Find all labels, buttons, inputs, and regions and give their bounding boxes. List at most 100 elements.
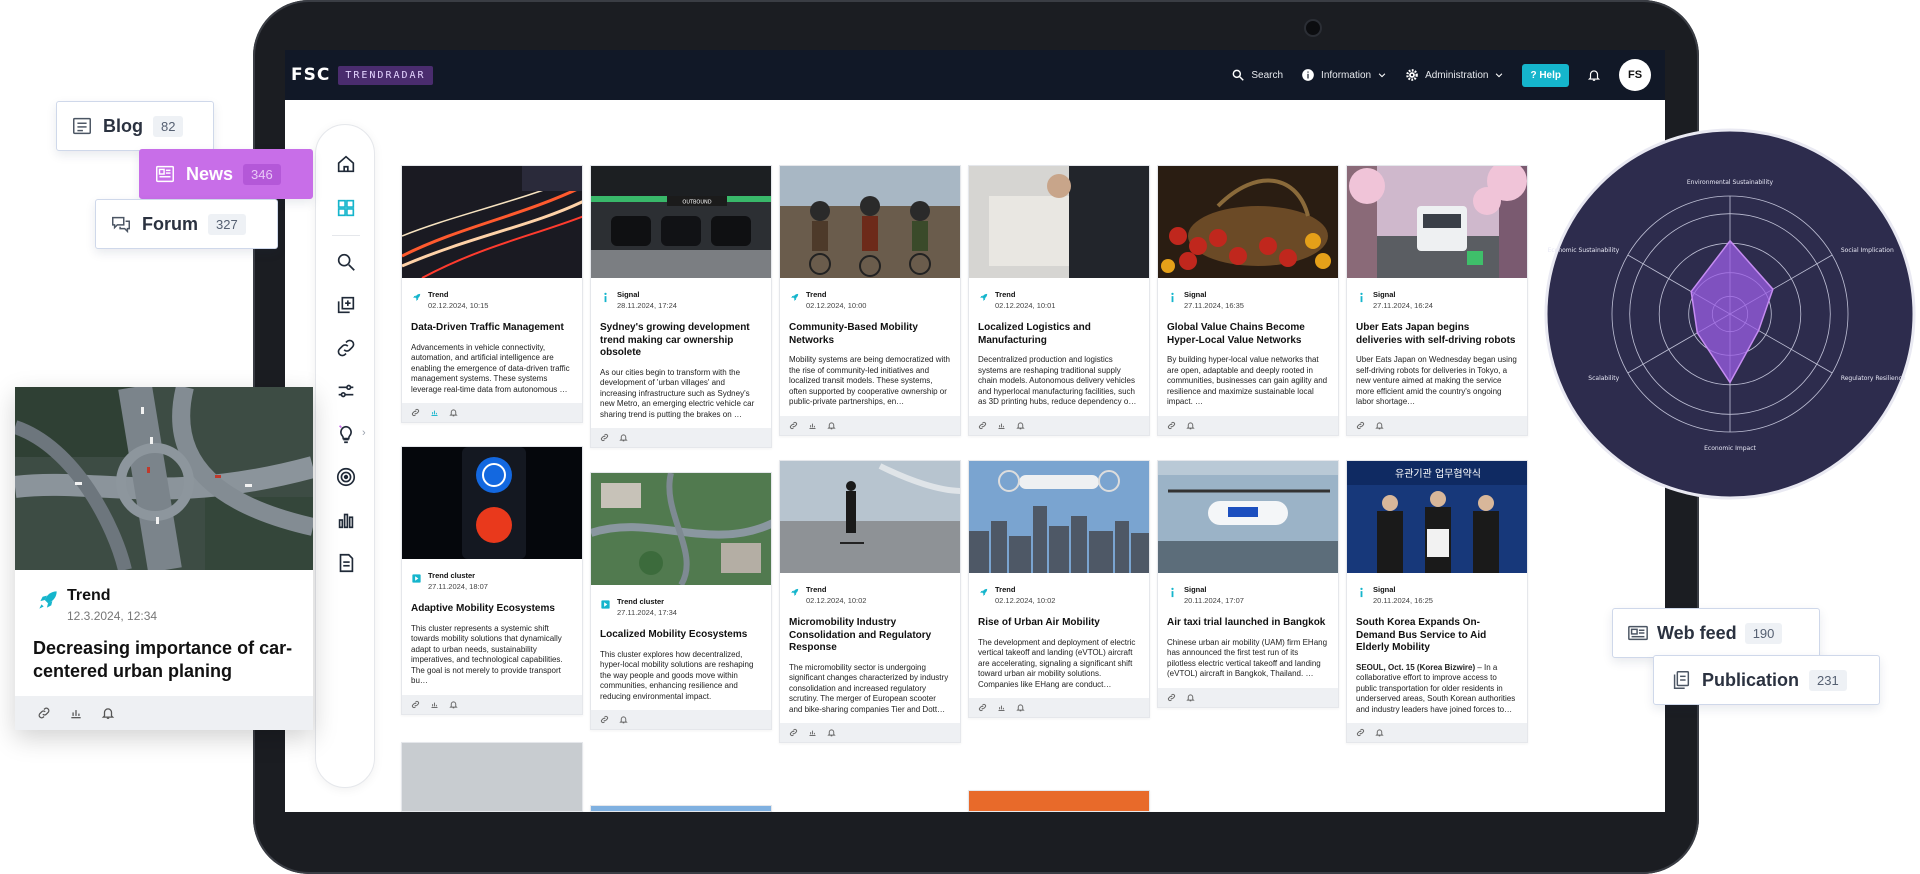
link-icon[interactable] — [1356, 728, 1365, 737]
link-icon[interactable] — [600, 433, 609, 442]
card-title[interactable]: Data-Driven Traffic Management — [402, 310, 582, 335]
link-icon[interactable] — [789, 728, 798, 737]
card-title[interactable]: Adaptive Mobility Ecosystems — [402, 591, 582, 616]
card-date: 20.11.2024, 16:25 — [1373, 596, 1433, 605]
chart-icon[interactable] — [69, 706, 83, 720]
card-title[interactable]: Localized Logistics and Manufacturing — [969, 310, 1149, 347]
bell-icon[interactable] — [619, 433, 628, 442]
bell-icon[interactable] — [619, 715, 628, 724]
card-meta: Trend 02.12.2024, 10:00 — [780, 278, 960, 310]
document-icon[interactable] — [333, 550, 359, 576]
link-icon[interactable] — [1167, 421, 1176, 430]
card-image — [591, 473, 771, 585]
content-card-peek[interactable] — [590, 805, 772, 812]
user-avatar[interactable]: FS — [1619, 59, 1651, 91]
content-card-peek[interactable] — [401, 742, 583, 812]
info-icon — [1302, 69, 1314, 81]
bell-icon[interactable] — [449, 700, 458, 709]
card-title[interactable]: Rise of Urban Air Mobility — [969, 605, 1149, 630]
bar-chart-icon[interactable] — [333, 507, 359, 533]
add-note-icon[interactable] — [333, 292, 359, 318]
featured-trend-card[interactable]: Trend 12.3.2024, 12:34 Decreasing import… — [15, 387, 313, 730]
card-title[interactable]: Global Value Chains Become Hyper-Local V… — [1158, 310, 1338, 347]
content-card[interactable]: Signal 27.11.2024, 16:35 Global Value Chai… — [1157, 165, 1339, 436]
bell-icon[interactable] — [827, 421, 836, 430]
card-description-text: Advancements in vehicle connectivity, au… — [411, 342, 570, 394]
chart-icon[interactable] — [997, 421, 1006, 430]
webfeed-icon — [1627, 622, 1649, 644]
blog-chip[interactable]: Blog 82 — [56, 101, 214, 151]
information-menu[interactable]: Information — [1301, 68, 1387, 82]
content-card[interactable]: Signal 20.11.2024, 17:07 Air taxi trial la… — [1157, 460, 1339, 708]
link-icon[interactable] — [1356, 421, 1365, 430]
content-card[interactable]: OUTBOUND Signal 28.11.2024, 17:24 Sydney's … — [590, 165, 772, 449]
bell-icon[interactable] — [449, 408, 458, 417]
webfeed-chip[interactable]: Web feed 190 — [1612, 608, 1820, 658]
chart-icon[interactable] — [808, 728, 817, 737]
help-button[interactable]: ? Help — [1522, 63, 1569, 87]
bell-icon[interactable] — [1587, 68, 1601, 82]
chart-icon[interactable] — [430, 408, 439, 417]
sliders-icon[interactable] — [333, 378, 359, 404]
card-type: Signal — [1373, 290, 1396, 299]
content-card[interactable]: Trend cluster 27.11.2024, 17:34 Localized … — [590, 472, 772, 731]
search-icon[interactable] — [333, 249, 359, 275]
chart-icon[interactable] — [808, 421, 817, 430]
bell-icon[interactable] — [1016, 703, 1025, 712]
target-icon[interactable] — [333, 464, 359, 490]
link-icon[interactable] — [333, 335, 359, 361]
link-icon[interactable] — [1167, 693, 1176, 702]
card-title[interactable]: Community-Based Mobility Networks — [780, 310, 960, 347]
content-card[interactable]: Trend 02.12.2024, 10:00 Community-Based Mo… — [779, 165, 961, 436]
link-icon[interactable] — [978, 421, 987, 430]
administration-menu[interactable]: Administration — [1405, 68, 1504, 82]
content-card[interactable]: 유관기관 업무협약식 Signal 20.11.2024, 16:25 South K… — [1346, 460, 1528, 744]
dashboard-grid-icon[interactable] — [333, 195, 359, 221]
content-card[interactable]: Trend 02.12.2024, 10:02 Rise of Urban Air … — [968, 460, 1150, 719]
content-card[interactable]: Signal 27.11.2024, 16:24 Uber Eats Japan b… — [1346, 165, 1528, 436]
card-title[interactable]: Uber Eats Japan begins deliveries with s… — [1347, 310, 1527, 347]
content-card[interactable]: Trend 02.12.2024, 10:15 Data-Driven Traffi… — [401, 165, 583, 424]
link-icon[interactable] — [978, 703, 987, 712]
bell-icon[interactable] — [1375, 421, 1384, 430]
card-description: This cluster represents a systemic shift… — [402, 616, 582, 695]
card-title[interactable]: South Korea Expands On-Demand Bus Servic… — [1347, 605, 1527, 655]
lightbulb-icon[interactable] — [333, 421, 359, 447]
card-title[interactable]: Localized Mobility Ecosystems — [591, 617, 771, 642]
content-card[interactable]: Trend 02.12.2024, 10:01 Localized Logistic… — [968, 165, 1150, 436]
bell-icon[interactable] — [1375, 728, 1384, 737]
content-card-peek[interactable] — [968, 790, 1150, 812]
bell-icon[interactable] — [1186, 421, 1195, 430]
link-icon[interactable] — [411, 700, 420, 709]
chart-icon[interactable] — [997, 703, 1006, 712]
signal-info-icon — [1360, 292, 1363, 303]
content-grid: Trend 02.12.2024, 10:15 Data-Driven Traffi… — [401, 165, 1528, 812]
bell-icon[interactable] — [827, 728, 836, 737]
home-icon[interactable] — [333, 151, 359, 177]
search-nav[interactable]: Search — [1231, 68, 1283, 82]
card-title[interactable]: Air taxi trial launched in Bangkok — [1158, 605, 1338, 630]
bell-icon[interactable] — [1016, 421, 1025, 430]
card-meta: Trend 02.12.2024, 10:02 — [780, 573, 960, 605]
link-icon[interactable] — [600, 715, 609, 724]
card-title[interactable]: Micromobility Industry Consolidation and… — [780, 605, 960, 655]
featured-title[interactable]: Decreasing importance of car-centered ur… — [33, 637, 293, 684]
chart-icon[interactable] — [430, 700, 439, 709]
news-chip[interactable]: News 346 — [139, 149, 313, 199]
app-logo[interactable]: FSC — [291, 65, 330, 85]
bell-icon[interactable] — [101, 706, 115, 720]
content-card[interactable]: Trend cluster 27.11.2024, 18:07 Adaptive M… — [401, 446, 583, 715]
signal-info-icon — [1360, 587, 1363, 598]
card-title[interactable]: Sydney's growing development trend makin… — [591, 310, 771, 360]
content-card[interactable]: Trend 02.12.2024, 10:02 Micromobility Indu… — [779, 460, 961, 744]
card-actions — [780, 415, 960, 435]
chevron-right-icon[interactable]: › — [362, 427, 366, 439]
link-icon[interactable] — [789, 421, 798, 430]
publication-chip[interactable]: Publication 231 — [1653, 655, 1880, 705]
radar-axis-label: Economic Sustainability — [1548, 247, 1620, 254]
link-icon[interactable] — [411, 408, 420, 417]
card-image — [402, 447, 582, 559]
link-icon[interactable] — [37, 706, 51, 720]
bell-icon[interactable] — [1186, 693, 1195, 702]
forum-chip[interactable]: Forum 327 — [95, 199, 278, 249]
